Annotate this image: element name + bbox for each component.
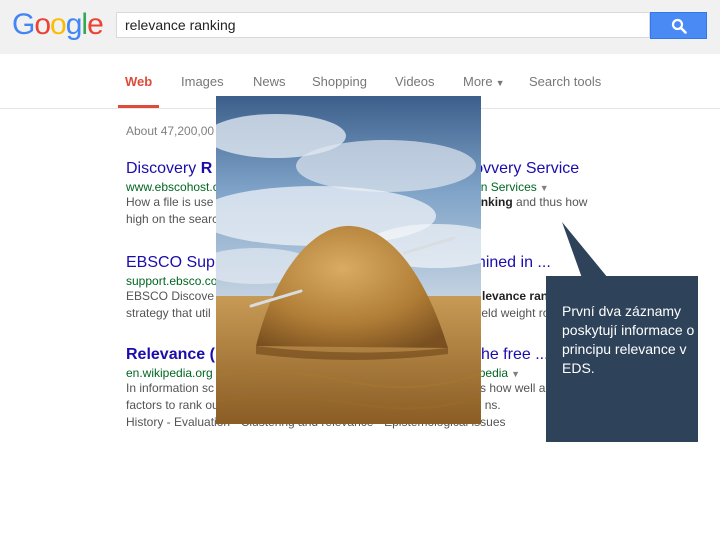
haystack-needle-image xyxy=(216,96,481,424)
tab-more[interactable]: More ▼ xyxy=(463,74,505,89)
tab-images[interactable]: Images xyxy=(181,74,224,89)
caret-down-icon[interactable]: ▼ xyxy=(511,369,520,379)
tab-videos[interactable]: Videos xyxy=(395,74,435,89)
search-box[interactable] xyxy=(116,12,650,38)
annotation-callout: První dva záznamy poskytují informace o … xyxy=(546,276,698,442)
caret-down-icon: ▼ xyxy=(495,78,505,88)
haystack-illustration xyxy=(216,96,481,424)
tab-more-label: More xyxy=(463,74,493,89)
tab-web[interactable]: Web xyxy=(125,74,152,89)
results-stats: About 47,200,00 xyxy=(126,124,215,138)
tab-news[interactable]: News xyxy=(253,74,286,89)
google-logo[interactable]: Google xyxy=(12,8,104,42)
search-input[interactable] xyxy=(117,13,633,37)
search-button[interactable] xyxy=(650,12,707,39)
active-tab-indicator xyxy=(118,105,159,108)
tab-search-tools[interactable]: Search tools xyxy=(529,74,601,89)
callout-text: První dva záznamy poskytují informace o … xyxy=(562,303,695,376)
caret-down-icon[interactable]: ▼ xyxy=(540,183,549,193)
tab-shopping[interactable]: Shopping xyxy=(312,74,367,89)
search-icon xyxy=(671,18,687,34)
search-header: Google xyxy=(0,0,720,54)
